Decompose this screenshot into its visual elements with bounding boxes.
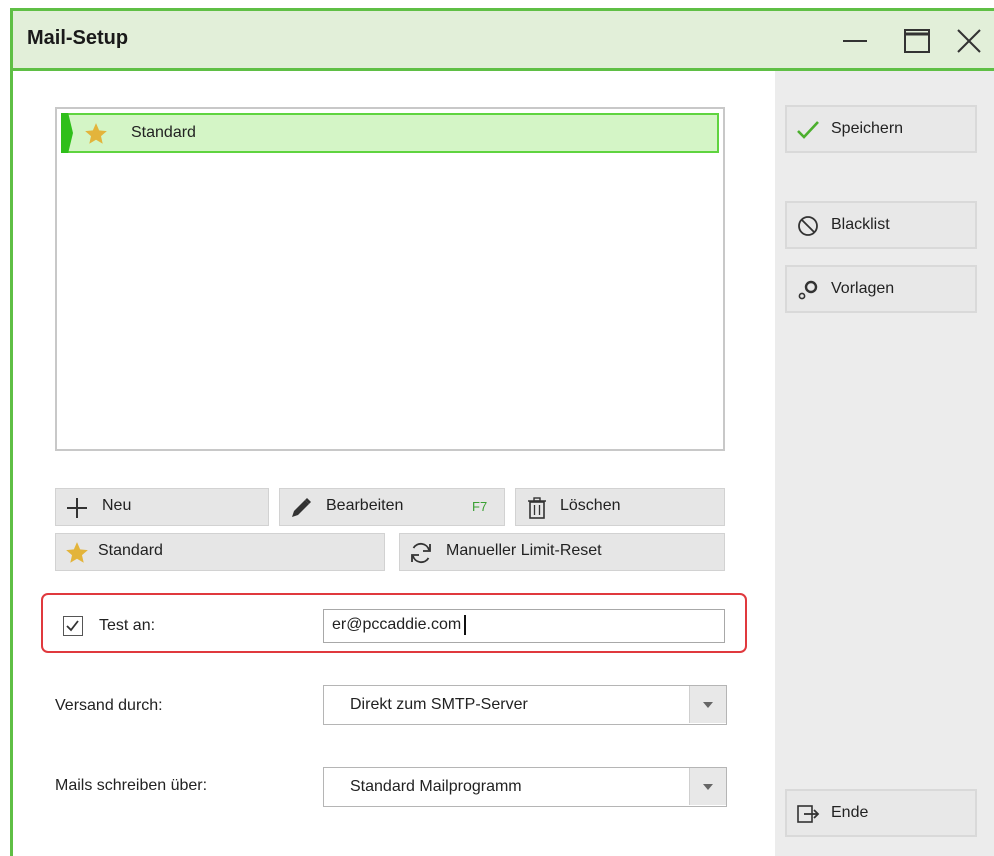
test-email-value: er@pccaddie.com bbox=[332, 616, 462, 634]
refresh-icon bbox=[411, 542, 431, 564]
selection-marker bbox=[61, 113, 73, 153]
versand-select[interactable]: Direkt zum SMTP-Server bbox=[323, 685, 727, 725]
blacklist-button[interactable]: Blacklist bbox=[785, 201, 977, 249]
maximize-icon bbox=[904, 29, 930, 53]
star-icon bbox=[66, 542, 88, 563]
set-standard-button[interactable]: Standard bbox=[55, 533, 385, 571]
exit-icon bbox=[797, 805, 820, 823]
plus-icon bbox=[67, 498, 87, 518]
mails-value: Standard Mailprogramm bbox=[350, 778, 522, 795]
window-title: Mail-Setup bbox=[27, 27, 129, 49]
profile-listbox[interactable]: Standard bbox=[55, 107, 725, 451]
templates-button-label: Vorlagen bbox=[831, 280, 895, 297]
chevron-down-icon bbox=[703, 701, 713, 708]
pencil-icon bbox=[292, 498, 311, 517]
limit-reset-button[interactable]: Manueller Limit-Reset bbox=[399, 533, 725, 571]
save-button[interactable]: Speichern bbox=[785, 105, 977, 153]
mails-label: Mails schreiben über: bbox=[55, 777, 208, 794]
templates-button[interactable]: Vorlagen bbox=[785, 265, 977, 313]
gears-icon bbox=[798, 280, 818, 300]
sidebar: Speichern Blacklist Vorlagen Ende bbox=[775, 71, 994, 856]
mails-select[interactable]: Standard Mailprogramm bbox=[323, 767, 727, 807]
minimize-icon bbox=[843, 40, 867, 42]
test-checkbox[interactable] bbox=[63, 616, 83, 636]
chevron-down-icon bbox=[703, 783, 713, 790]
minimize-button[interactable] bbox=[835, 21, 875, 61]
title-bar: Mail-Setup bbox=[13, 11, 994, 71]
save-button-label: Speichern bbox=[831, 120, 904, 137]
delete-button-label: Löschen bbox=[560, 497, 621, 514]
edit-shortcut: F7 bbox=[472, 499, 488, 514]
new-button[interactable]: Neu bbox=[55, 488, 269, 526]
text-caret bbox=[464, 615, 466, 635]
blacklist-button-label: Blacklist bbox=[831, 216, 890, 233]
versand-label: Versand durch: bbox=[55, 697, 163, 714]
delete-button[interactable]: Löschen bbox=[515, 488, 725, 526]
set-standard-button-label: Standard bbox=[98, 542, 163, 559]
test-email-input[interactable]: er@pccaddie.com bbox=[323, 609, 725, 643]
main-panel: Standard Neu Bearbeiten F7 Löschen Stand… bbox=[13, 71, 775, 856]
list-item[interactable]: Standard bbox=[61, 113, 719, 153]
versand-dropdown-button[interactable] bbox=[689, 686, 726, 723]
list-item-label: Standard bbox=[131, 124, 196, 141]
trash-icon bbox=[528, 497, 546, 519]
mails-dropdown-button[interactable] bbox=[689, 768, 726, 805]
mail-setup-window: Mail-Setup Standard Neu Bearbeiten F7 Lö… bbox=[10, 8, 994, 856]
checkmark-icon bbox=[797, 121, 819, 139]
block-icon bbox=[798, 216, 818, 236]
checkmark-icon bbox=[66, 620, 79, 632]
new-button-label: Neu bbox=[102, 497, 132, 514]
edit-button[interactable]: Bearbeiten F7 bbox=[279, 488, 505, 526]
edit-button-label: Bearbeiten bbox=[326, 497, 404, 514]
limit-reset-button-label: Manueller Limit-Reset bbox=[446, 542, 602, 559]
star-icon bbox=[85, 123, 107, 144]
test-label: Test an: bbox=[99, 617, 156, 634]
maximize-button[interactable] bbox=[897, 21, 937, 61]
close-button[interactable] bbox=[949, 21, 989, 61]
versand-value: Direkt zum SMTP-Server bbox=[350, 696, 528, 713]
close-icon bbox=[957, 29, 981, 53]
end-button[interactable]: Ende bbox=[785, 789, 977, 837]
end-button-label: Ende bbox=[831, 804, 869, 821]
